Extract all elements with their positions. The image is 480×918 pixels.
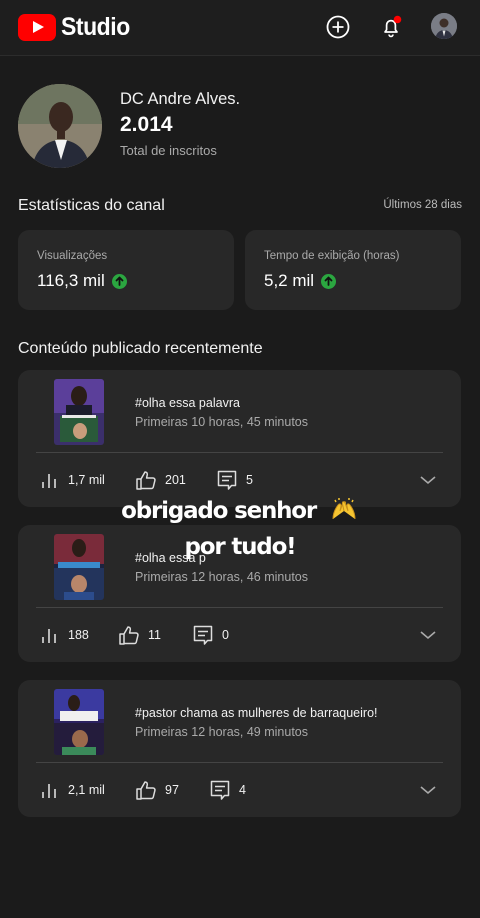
overlay-text-1: obrigado senhor (121, 498, 317, 524)
raising-hands-icon (332, 498, 356, 520)
divider (36, 607, 443, 608)
video-meta: Primeiras 12 horas, 49 minutos (135, 725, 308, 739)
comments-count: 4 (239, 783, 246, 797)
comments-count: 0 (222, 628, 229, 642)
watch-time-label: Tempo de exibição (horas) (264, 250, 400, 262)
views-value-row: 116,3 mil (37, 271, 127, 291)
trend-up-icon (321, 273, 337, 289)
video-meta: Primeiras 12 horas, 46 minutos (135, 570, 308, 584)
views-metric: 188 (40, 624, 89, 646)
like-icon (136, 471, 156, 490)
trend-up-icon (111, 273, 127, 289)
create-icon[interactable] (324, 13, 352, 41)
stats-period: Últimos 28 dias (383, 199, 462, 211)
video-thumbnail[interactable] (54, 379, 104, 445)
comment-icon (210, 780, 230, 800)
views-metric: 2,1 mil (40, 779, 105, 801)
overlay-caption-line1: obrigado senhor (0, 497, 480, 524)
likes-count: 201 (165, 473, 186, 487)
views-card[interactable]: Visualizações 116,3 mil (18, 230, 234, 310)
comments-metric: 5 (216, 469, 253, 491)
subscriber-label: Total de inscritos (120, 143, 217, 158)
chevron-down-icon[interactable] (419, 784, 437, 796)
likes-metric: 11 (118, 624, 161, 646)
comment-icon (193, 625, 213, 645)
video-title[interactable]: #olha essa palavra (135, 396, 240, 410)
views-icon (42, 474, 56, 488)
likes-count: 97 (165, 783, 179, 797)
video-card[interactable]: #pastor chama as mulheres de barraqueiro… (18, 680, 461, 817)
like-icon (136, 781, 156, 800)
views-count: 188 (68, 628, 89, 642)
views-count: 2,1 mil (68, 783, 105, 797)
comments-metric: 4 (209, 779, 246, 801)
watch-time-value: 5,2 mil (264, 271, 315, 290)
divider (36, 762, 443, 763)
likes-metric: 201 (135, 469, 186, 491)
divider (36, 452, 443, 453)
subscriber-count: 2.014 (120, 113, 173, 136)
channel-header: DC Andre Alves. 2.014 Total de inscritos (18, 84, 458, 168)
overlay-text-2: por tudo! (184, 534, 297, 560)
account-avatar[interactable] (431, 13, 457, 39)
comments-count: 5 (246, 473, 253, 487)
logo-text: Studio (61, 12, 130, 41)
likes-count: 11 (148, 628, 161, 642)
views-label: Visualizações (37, 250, 108, 262)
channel-avatar[interactable] (18, 84, 102, 168)
watch-time-value-row: 5,2 mil (264, 271, 337, 291)
likes-metric: 97 (135, 779, 179, 801)
video-title[interactable]: #pastor chama as mulheres de barraqueiro… (135, 706, 378, 720)
views-icon (42, 629, 56, 643)
video-meta: Primeiras 10 horas, 45 minutos (135, 415, 308, 429)
views-count: 1,7 mil (68, 473, 105, 487)
chevron-down-icon[interactable] (419, 629, 437, 641)
overlay-caption-line2: por tudo! (0, 534, 480, 560)
comment-icon (217, 470, 237, 490)
watch-time-card[interactable]: Tempo de exibição (horas) 5,2 mil (245, 230, 461, 310)
channel-name: DC Andre Alves. (120, 90, 241, 108)
channel-stats-title: Estatísticas do canal (18, 197, 165, 214)
views-icon (42, 784, 56, 798)
youtube-play-icon (18, 13, 56, 41)
chevron-down-icon[interactable] (419, 474, 437, 486)
views-metric: 1,7 mil (40, 469, 105, 491)
recent-content-title: Conteúdo publicado recentemente (18, 340, 263, 357)
video-card[interactable]: #olha essa palavra Primeiras 10 horas, 4… (18, 370, 461, 507)
video-thumbnail[interactable] (54, 689, 104, 755)
notifications-icon[interactable] (377, 13, 405, 41)
top-app-bar: Studio (0, 0, 480, 56)
like-icon (119, 626, 139, 645)
views-value: 116,3 mil (37, 271, 105, 290)
comments-metric: 0 (192, 624, 229, 646)
youtube-studio-logo[interactable]: Studio (18, 12, 136, 42)
